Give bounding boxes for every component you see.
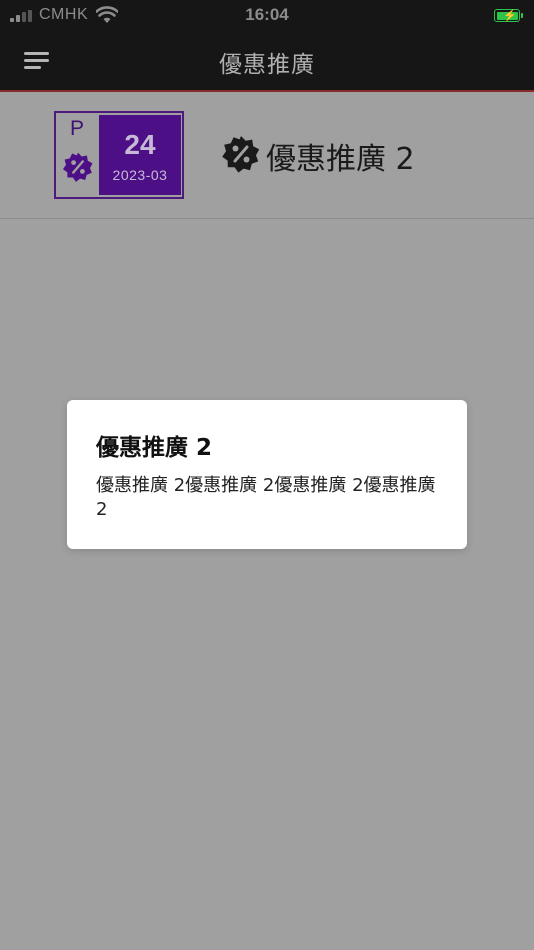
badge-letter: P [70, 117, 85, 140]
screen: CMHK 16:04 ⚡ 優惠推廣 P 24 2023-03 優惠推廣 2 優惠… [0, 0, 534, 950]
promotion-title: 優惠推廣 2 [266, 142, 415, 177]
promotion-month: 2023-03 [112, 167, 168, 183]
discount-percent-badge-icon [62, 152, 93, 182]
promotion-list-item[interactable]: P 24 2023-03 優惠推廣 2 [0, 92, 534, 220]
dialog-title: 優惠推廣 2 [96, 435, 213, 461]
promotion-dialog: 優惠推廣 2 優惠推廣 2優惠推廣 2優惠推廣 2優惠推廣 2 [67, 400, 467, 549]
dialog-message: 優惠推廣 2優惠推廣 2優惠推廣 2優惠推廣 2 [96, 475, 436, 520]
list-divider [0, 218, 534, 219]
promotion-date-badge: P 24 2023-03 [54, 111, 184, 199]
date-box: 24 2023-03 [99, 115, 181, 195]
status-time: 16:04 [245, 5, 289, 24]
page-title: 優惠推廣 [219, 52, 315, 78]
promotion-day: 24 [124, 129, 156, 160]
discount-percent-badge-icon [222, 136, 260, 173]
charging-bolt-icon: ⚡ [503, 10, 517, 22]
battery-icon: ⚡ [494, 9, 523, 22]
navigation-bar: 優惠推廣 [0, 30, 534, 90]
status-bar: CMHK 16:04 ⚡ [0, 0, 534, 30]
